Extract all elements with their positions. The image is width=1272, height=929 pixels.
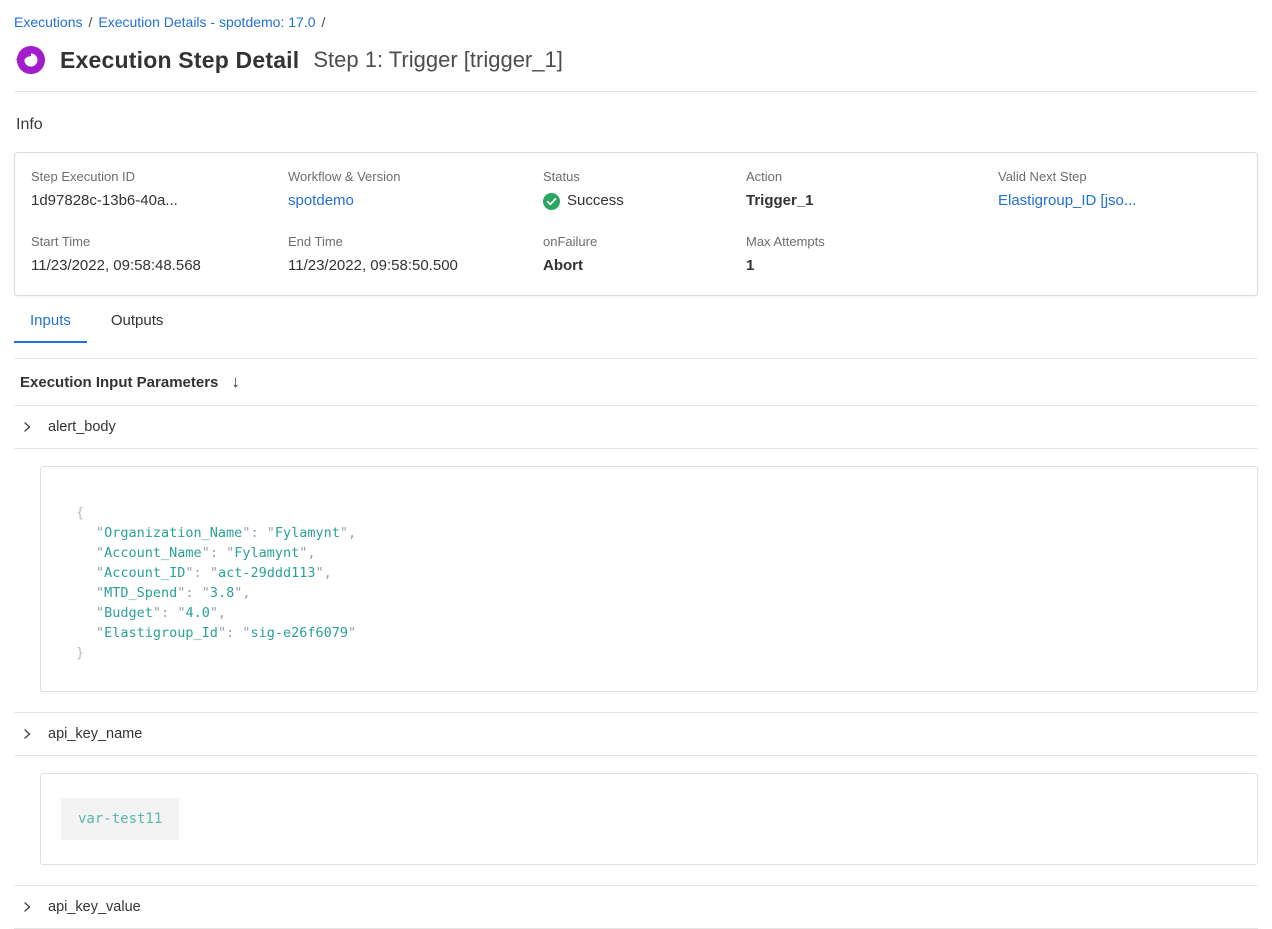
tab-inputs[interactable]: Inputs <box>14 312 87 343</box>
json-value: Fylamynt <box>226 545 307 561</box>
field-label: Status <box>543 169 746 184</box>
json-key: MTD_Spend <box>96 585 202 601</box>
info-grid: Step Execution ID 1d97828c-13b6-40a... W… <box>31 169 1241 275</box>
execution-input-parameters-header: Execution Input Parameters ↓ <box>14 359 1258 406</box>
param-row-api-key-name[interactable]: api_key_name <box>14 713 1258 756</box>
json-key: Organization_Name <box>96 525 267 541</box>
param-content-alert-body: { Organization_NameFylamynt Account_Name… <box>14 449 1258 713</box>
field-value: Abort <box>543 257 746 275</box>
json-value: act-29ddd113 <box>210 565 324 581</box>
field-label: Step Execution ID <box>31 169 288 184</box>
breadcrumb-separator: / <box>88 14 92 30</box>
expand-all-icon[interactable]: ↓ <box>231 372 240 392</box>
field-onfailure: onFailure Abort <box>543 234 746 275</box>
field-value: Trigger_1 <box>746 192 998 210</box>
field-step-execution-id: Step Execution ID 1d97828c-13b6-40a... <box>31 169 288 210</box>
json-key: Budget <box>96 605 177 621</box>
field-status: Status Success <box>543 169 746 210</box>
chevron-right-icon <box>20 900 34 914</box>
field-action: Action Trigger_1 <box>746 169 998 210</box>
status-badge: Success <box>543 192 746 210</box>
json-key: Elastigroup_Id <box>96 625 242 641</box>
json-key: Account_ID <box>96 565 210 581</box>
json-open-brace: { <box>76 503 1221 523</box>
status-text: Success <box>567 192 624 210</box>
field-label: Start Time <box>31 234 288 249</box>
param-name: alert_body <box>48 419 116 435</box>
param-name: api_key_name <box>48 726 142 742</box>
param-row-api-key-value[interactable]: api_key_value <box>14 886 1258 929</box>
field-label: Max Attempts <box>746 234 998 249</box>
valid-next-step-link[interactable]: Elastigroup_ID [jso... <box>998 192 1136 209</box>
param-name: api_key_value <box>48 899 141 915</box>
json-value: Fylamynt <box>267 525 348 541</box>
field-value: 1d97828c-13b6-40a... <box>31 192 288 210</box>
param-content-api-key-name: var-test11 <box>14 756 1258 886</box>
breadcrumb-link-execution-details[interactable]: Execution Details - spotdemo: 17.0 <box>98 14 315 30</box>
tab-outputs[interactable]: Outputs <box>95 312 180 343</box>
json-value: sig-e26f6079 <box>242 625 356 641</box>
json-line: MTD_Spend3.8 <box>76 583 1221 603</box>
field-max-attempts: Max Attempts 1 <box>746 234 998 275</box>
success-check-icon <box>543 193 560 210</box>
page-title: Execution Step Detail <box>60 47 299 74</box>
page-subtitle: Step 1: Trigger [trigger_1] <box>313 47 562 73</box>
execution-input-parameters-title: Execution Input Parameters <box>20 374 218 391</box>
json-line: Account_IDact-29ddd113 <box>76 563 1221 583</box>
app-logo-icon <box>14 45 46 75</box>
field-workflow-version: Workflow & Version spotdemo <box>288 169 543 210</box>
json-value: 3.8 <box>202 585 243 601</box>
field-end-time: End Time 11/23/2022, 09:58:50.500 <box>288 234 543 275</box>
field-label: End Time <box>288 234 543 249</box>
breadcrumb-separator: / <box>322 14 326 30</box>
field-label: Action <box>746 169 998 184</box>
field-start-time: Start Time 11/23/2022, 09:58:48.568 <box>31 234 288 275</box>
json-viewer: { Organization_NameFylamynt Account_Name… <box>76 503 1221 663</box>
page-header: Execution Step Detail Step 1: Trigger [t… <box>14 45 1258 75</box>
chevron-right-icon <box>20 727 34 741</box>
workflow-link[interactable]: spotdemo <box>288 192 354 209</box>
json-viewer-card: { Organization_NameFylamynt Account_Name… <box>40 466 1258 692</box>
field-valid-next-step: Valid Next Step Elastigroup_ID [jso... <box>998 169 1241 210</box>
json-close-brace: } <box>76 643 1221 663</box>
field-label: onFailure <box>543 234 746 249</box>
breadcrumb: Executions / Execution Details - spotdemo:… <box>14 14 1258 30</box>
param-value-card: var-test11 <box>40 773 1258 865</box>
json-line: Organization_NameFylamynt <box>76 523 1221 543</box>
json-key: Account_Name <box>96 545 226 561</box>
field-value: 11/23/2022, 09:58:48.568 <box>31 257 288 275</box>
json-line: Elastigroup_Idsig-e26f6079 <box>76 623 1221 643</box>
chevron-right-icon <box>20 420 34 434</box>
field-value: 11/23/2022, 09:58:50.500 <box>288 257 543 275</box>
header-divider <box>14 91 1258 92</box>
info-section-title: Info <box>16 116 1258 134</box>
info-card: Step Execution ID 1d97828c-13b6-40a... W… <box>14 152 1258 296</box>
field-label: Workflow & Version <box>288 169 543 184</box>
json-line: Budget4.0 <box>76 603 1221 623</box>
param-value-chip: var-test11 <box>61 798 179 840</box>
json-value: 4.0 <box>177 605 218 621</box>
breadcrumb-link-executions[interactable]: Executions <box>14 14 82 30</box>
tab-bar: Inputs Outputs <box>14 312 1258 343</box>
json-line: Account_NameFylamynt <box>76 543 1221 563</box>
field-value: 1 <box>746 257 998 275</box>
field-label: Valid Next Step <box>998 169 1241 184</box>
execution-step-detail-page: Executions / Execution Details - spotdemo:… <box>0 0 1272 929</box>
param-row-alert-body[interactable]: alert_body <box>14 406 1258 449</box>
